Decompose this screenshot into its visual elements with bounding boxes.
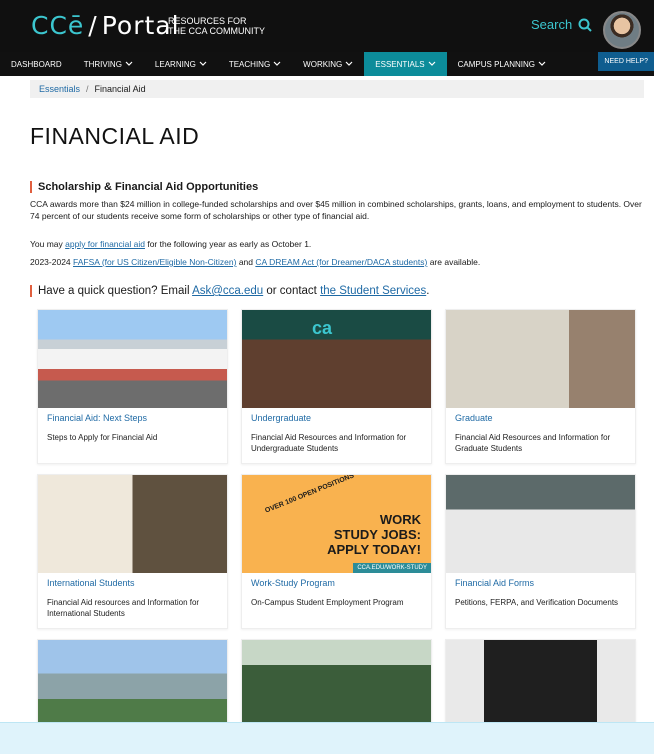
card-image-forms <box>446 475 635 573</box>
apply-prefix: You may <box>30 239 66 249</box>
resource-cards: Financial Aid: Next Steps Steps to Apply… <box>37 309 637 725</box>
chevron-down-icon <box>273 61 281 66</box>
nav-item-label: ESSENTIALS <box>375 59 425 69</box>
card-image-work-study: OVER 100 OPEN POSITIONS WORK STUDY JOBS:… <box>242 475 431 573</box>
nav-item-essentials[interactable]: ESSENTIALS <box>364 52 447 76</box>
card-title[interactable]: International Students <box>38 573 227 595</box>
need-help-button[interactable]: NEED HELP? <box>598 52 654 71</box>
email-link[interactable]: Ask@cca.edu <box>192 285 263 297</box>
nav-list: DASHBOARD THRIVING LEARNING TEACHING WORKING… <box>0 52 654 76</box>
card-work-study[interactable]: OVER 100 OPEN POSITIONS WORK STUDY JOBS:… <box>241 474 432 629</box>
nav-item-label: CAMPUS PLANNING <box>457 59 535 69</box>
card-row3-middle[interactable] <box>241 639 432 725</box>
card-image-row3-middle <box>242 640 431 724</box>
card-title[interactable]: Financial Aid Forms <box>446 573 635 595</box>
card-image-next-steps <box>38 310 227 408</box>
card-row3-right[interactable] <box>445 639 636 725</box>
fafsa-link[interactable]: FAFSA (for US Citizen/Eligible Non-Citiz… <box>73 257 236 267</box>
card-next-steps[interactable]: Financial Aid: Next Steps Steps to Apply… <box>37 309 228 464</box>
apply-link[interactable]: apply for financial aid <box>65 239 145 249</box>
card-title[interactable]: Undergraduate <box>242 408 431 430</box>
card-title[interactable]: Work-Study Program <box>242 573 431 595</box>
chevron-down-icon <box>428 61 436 66</box>
apply-suffix: for the following year as early as Octob… <box>144 239 312 249</box>
card-title[interactable]: Graduate <box>446 408 635 430</box>
card-graduate[interactable]: Graduate Financial Aid Resources and Inf… <box>445 309 636 464</box>
nav-item-label: TEACHING <box>228 59 271 69</box>
card-forms[interactable]: Financial Aid Forms Petitions, FERPA, an… <box>445 474 636 629</box>
question-mid: or contact <box>263 285 321 297</box>
user-avatar[interactable] <box>603 11 641 49</box>
work-study-url: CCA.EDU/WORK-STUDY <box>353 563 431 573</box>
nav-item-teaching[interactable]: TEACHING <box>218 52 292 76</box>
work-study-headline: WORK STUDY JOBS: APPLY TODAY! <box>327 512 421 557</box>
ca-mark: ca <box>312 318 333 338</box>
chevron-down-icon <box>125 61 133 66</box>
apply-paragraph: You may apply for financial aid for the … <box>30 238 644 250</box>
work-line-2: STUDY JOBS: <box>333 527 421 542</box>
card-description: Steps to Apply for Financial Aid <box>47 433 158 442</box>
card-title[interactable]: Financial Aid: Next Steps <box>38 408 227 430</box>
student-services-link[interactable]: the Student Services <box>320 285 426 297</box>
card-description: Petitions, FERPA, and Verification Docum… <box>455 598 619 607</box>
quick-question: Have a quick question? Email Ask@cca.edu… <box>30 285 429 297</box>
nav-item-working[interactable]: WORKING <box>292 52 364 76</box>
main-navigation: DASHBOARD THRIVING LEARNING TEACHING WORKING… <box>0 52 654 76</box>
breadcrumb: Essentials / Financial Aid <box>30 80 644 98</box>
site-logo[interactable]: CCē / Portal <box>31 11 180 40</box>
nav-item-label: THRIVING <box>83 59 122 69</box>
page-title: FINANCIAL AID <box>30 123 200 149</box>
card-international[interactable]: International Students Financial Aid res… <box>37 474 228 629</box>
intro-paragraph: CCA awards more than $24 million in coll… <box>30 199 642 221</box>
card-image-undergraduate: ca <box>242 310 431 408</box>
nav-item-label: LEARNING <box>154 59 196 69</box>
card-image-graduate <box>446 310 635 408</box>
nav-item-campus-planning[interactable]: CAMPUS PLANNING <box>447 52 557 76</box>
top-header: CCē / Portal RESOURCES FOR THE CCA COMMUNI… <box>0 0 654 52</box>
tagline-line-2: THE CCA COMMUNITY <box>168 26 266 36</box>
tagline: RESOURCES FOR THE CCA COMMUNITY <box>168 16 265 36</box>
fafsa-mid: and <box>236 257 256 267</box>
card-row3-left[interactable] <box>37 639 228 725</box>
chevron-down-icon <box>199 61 207 66</box>
nav-item-thriving[interactable]: THRIVING <box>73 52 144 76</box>
card-description: Financial Aid Resources and Information … <box>455 433 611 453</box>
breadcrumb-separator: / <box>86 84 89 94</box>
search-label: Search <box>531 17 573 32</box>
card-image-row3-right <box>446 640 635 724</box>
question-suffix: . <box>426 285 430 297</box>
search-icon <box>578 18 592 32</box>
card-description: Financial Aid Resources and Information … <box>251 433 407 453</box>
work-line-3: APPLY TODAY! <box>327 542 421 557</box>
logo-slash: / <box>88 11 98 40</box>
nav-item-label: DASHBOARD <box>11 59 62 69</box>
breadcrumb-current: Financial Aid <box>94 84 146 94</box>
card-description: On-Campus Student Employment Program <box>251 598 404 607</box>
card-description: Financial Aid resources and Information … <box>47 598 200 618</box>
breadcrumb-essentials[interactable]: Essentials <box>39 84 80 94</box>
fafsa-prefix: 2023-2024 <box>30 257 74 267</box>
nav-item-dashboard[interactable]: DASHBOARD <box>0 52 73 76</box>
work-line-1: WORK <box>379 512 421 527</box>
chevron-down-icon <box>345 61 353 66</box>
bottom-panel <box>0 722 654 754</box>
tagline-line-1: RESOURCES FOR <box>168 16 247 26</box>
question-prefix: Have a quick question? Email <box>38 285 193 297</box>
card-image-international <box>38 475 227 573</box>
section-title: Scholarship & Financial Aid Opportunitie… <box>30 181 258 193</box>
nav-item-learning[interactable]: LEARNING <box>144 52 218 76</box>
card-undergraduate[interactable]: ca Undergraduate Financial Aid Resources… <box>241 309 432 464</box>
card-image-row3-left <box>38 640 227 724</box>
chevron-down-icon <box>538 61 546 66</box>
dream-act-link[interactable]: CA DREAM Act (for Dreamer/DACA students) <box>255 257 427 267</box>
open-positions-text: OVER 100 OPEN POSITIONS <box>264 475 356 515</box>
fafsa-suffix: are available. <box>427 257 481 267</box>
search-button[interactable]: Search <box>531 17 592 32</box>
nav-item-label: WORKING <box>303 59 343 69</box>
logo-cca: CCē <box>31 11 85 40</box>
fafsa-paragraph: 2023-2024 FAFSA (for US Citizen/Eligible… <box>30 256 644 268</box>
